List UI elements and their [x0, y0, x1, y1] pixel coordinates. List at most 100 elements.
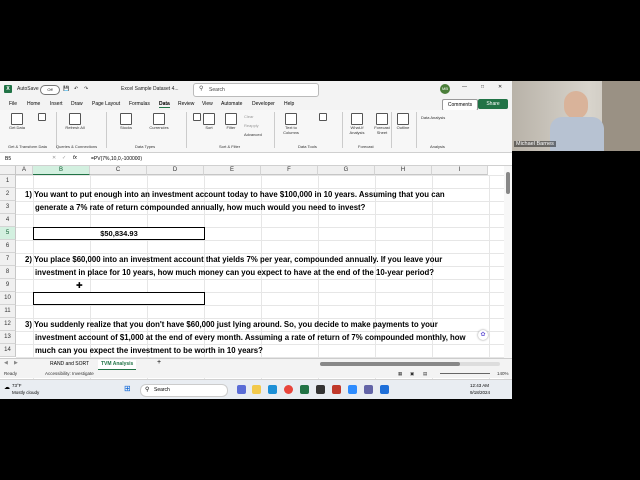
forecast-sheet-button[interactable]: Forecast Sheet [371, 113, 393, 135]
task-view-icon[interactable] [237, 385, 246, 394]
sheet-tab-rand-sort[interactable]: RAND and SORT [47, 360, 92, 369]
page-layout-icon[interactable]: ▣ [410, 370, 414, 378]
row-header[interactable]: 12 [0, 318, 16, 331]
edge-icon[interactable] [268, 385, 277, 394]
maximize-icon[interactable]: □ [481, 84, 484, 90]
file-title[interactable]: Excel Sample Dataset 4... [121, 86, 179, 92]
close-icon[interactable]: ✕ [498, 84, 502, 90]
app-icon[interactable] [316, 385, 325, 394]
tab-home[interactable]: Home [27, 101, 40, 107]
row-header[interactable]: 5 [0, 227, 16, 240]
name-box[interactable]: B5 [5, 156, 11, 162]
tab-view[interactable]: View [202, 101, 213, 107]
tab-file[interactable]: File [9, 101, 17, 107]
sort-button[interactable]: Sort [201, 113, 217, 130]
scrollbar-thumb[interactable] [320, 362, 460, 366]
row-header[interactable]: 8 [0, 266, 16, 279]
zoom-level[interactable]: 140% [497, 370, 509, 378]
what-if-button[interactable]: What-If Analysis [345, 113, 369, 135]
question-3-line-1[interactable]: 3) You suddenly realize that you don't h… [25, 318, 438, 331]
column-header[interactable]: H [375, 166, 432, 175]
row-header[interactable]: 10 [0, 292, 16, 305]
currencies-button[interactable]: Currencies [142, 113, 176, 130]
share-button[interactable]: Share [478, 99, 508, 109]
normal-view-icon[interactable]: ▦ [398, 370, 402, 378]
add-sheet-button[interactable]: + [157, 359, 161, 366]
column-header[interactable]: F [261, 166, 318, 175]
question-1-line-1[interactable]: 1) You want to put enough into an invest… [25, 188, 445, 201]
tab-formulas[interactable]: Formulas [129, 101, 150, 107]
row-header[interactable]: 3 [0, 201, 16, 214]
cell-b10-answer[interactable] [33, 292, 205, 305]
clear-button[interactable]: Clear [244, 114, 254, 119]
column-header[interactable]: A [16, 166, 33, 175]
save-icon[interactable]: 💾 [63, 86, 69, 92]
redo-icon[interactable]: ↷ [84, 86, 88, 92]
data-source-icons[interactable] [30, 113, 54, 121]
horizontal-scrollbar[interactable] [320, 362, 500, 366]
tab-developer[interactable]: Developer [252, 101, 275, 107]
avatar[interactable]: MB [440, 84, 450, 94]
reapply-button[interactable]: Reapply [244, 123, 259, 128]
column-header[interactable]: D [147, 166, 204, 175]
cancel-icon[interactable]: ✕ [52, 155, 56, 161]
autosave-toggle[interactable]: Off [40, 85, 60, 95]
advanced-button[interactable]: Advanced [244, 132, 262, 137]
tab-draw[interactable]: Draw [71, 101, 83, 107]
weather-icon[interactable]: ☁ [4, 384, 10, 391]
filter-button[interactable]: Filter [222, 113, 240, 130]
row-header[interactable]: 2 [0, 188, 16, 201]
column-header[interactable]: B [33, 166, 90, 175]
row-header[interactable]: 1 [0, 175, 16, 188]
tab-page-layout[interactable]: Page Layout [92, 101, 120, 107]
get-data-button[interactable]: Get Data [6, 113, 28, 130]
teams-icon[interactable] [364, 385, 373, 394]
accessibility-status[interactable]: Accessibility: Investigate [45, 370, 94, 378]
file-explorer-icon[interactable] [252, 385, 261, 394]
excel-taskbar-icon[interactable] [300, 385, 309, 394]
minimize-icon[interactable]: — [462, 84, 467, 90]
question-3-line-3[interactable]: much can you expect the investment to be… [35, 344, 263, 357]
zoom-slider[interactable] [440, 373, 490, 374]
stocks-button[interactable]: Stocks [114, 113, 138, 130]
tab-help[interactable]: Help [284, 101, 294, 107]
outlook-icon[interactable] [380, 385, 389, 394]
acrobat-icon[interactable] [332, 385, 341, 394]
row-header[interactable]: 6 [0, 240, 16, 253]
question-2-line-1[interactable]: 2) You place $60,000 into an investment … [25, 253, 442, 266]
data-tools-icons[interactable] [308, 113, 338, 121]
tab-review[interactable]: Review [178, 101, 194, 107]
fx-icon[interactable]: fx [73, 155, 77, 161]
row-header[interactable]: 14 [0, 344, 16, 357]
data-analysis-button[interactable]: Data Analysis [421, 115, 445, 120]
prev-sheet-icon[interactable]: ◀ [4, 360, 8, 366]
tab-data[interactable]: Data [159, 101, 170, 108]
chrome-icon[interactable] [284, 385, 293, 394]
undo-icon[interactable]: ↶ [74, 86, 78, 92]
select-all-corner[interactable] [0, 166, 16, 175]
question-3-line-2[interactable]: investment account of $1,000 at the end … [35, 331, 466, 344]
row-header[interactable]: 9 [0, 279, 16, 292]
page-break-icon[interactable]: ▤ [423, 370, 427, 378]
column-header[interactable]: G [318, 166, 375, 175]
question-2-line-2[interactable]: investment in place for 10 years, how mu… [35, 266, 434, 279]
row-header[interactable]: 7 [0, 253, 16, 266]
cell-b5-answer[interactable]: $50,834.93 [33, 227, 205, 240]
column-header[interactable]: E [204, 166, 261, 175]
formula-input[interactable]: =PV(7%,10,0,-100000) [91, 156, 142, 162]
next-sheet-icon[interactable]: ▶ [14, 360, 18, 366]
row-header[interactable]: 13 [0, 331, 16, 344]
tab-automate[interactable]: Automate [221, 101, 242, 107]
text-to-columns-button[interactable]: Text to Columns [279, 113, 303, 135]
question-1-line-2[interactable]: generate a 7% rate of return compounded … [35, 201, 365, 214]
row-header[interactable]: 4 [0, 214, 16, 227]
scrollbar-thumb[interactable] [506, 172, 510, 194]
row-header[interactable]: 11 [0, 305, 16, 318]
refresh-all-button[interactable]: Refresh All [62, 113, 88, 130]
check-icon[interactable]: ✓ [62, 155, 66, 161]
copilot-icon[interactable]: ✿ [478, 330, 488, 340]
column-header[interactable]: I [432, 166, 488, 175]
outline-button[interactable]: Outline [394, 113, 412, 130]
windows-start-icon[interactable]: ⊞ [124, 384, 131, 393]
column-header[interactable]: C [90, 166, 147, 175]
